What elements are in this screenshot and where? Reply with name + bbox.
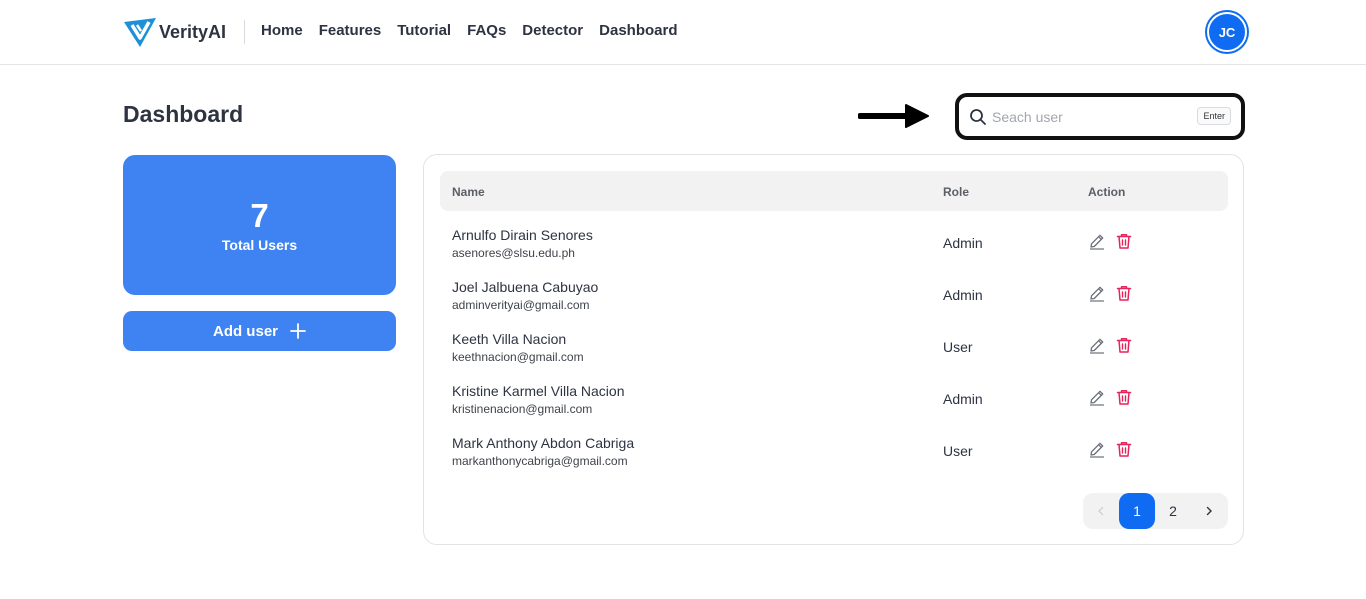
user-email: markanthonycabriga@gmail.com (452, 454, 628, 468)
nav-link-home[interactable]: Home (261, 22, 303, 39)
user-role: Admin (943, 391, 983, 407)
add-user-label: Add user (212, 322, 278, 340)
pagination-next[interactable] (1197, 493, 1221, 529)
add-user-button[interactable]: Add user (123, 311, 396, 351)
user-email: kristinenacion@gmail.com (452, 402, 593, 416)
nav-links: Home Features Tutorial FAQs Detector Das… (261, 22, 678, 39)
total-users-card: 7 Total Users (123, 155, 396, 295)
brand[interactable]: VerityAI (123, 16, 226, 48)
pencil-icon[interactable] (1088, 440, 1106, 458)
total-users-label: Total Users (221, 237, 298, 253)
verityai-logo-icon (124, 18, 156, 47)
plus-icon (290, 323, 306, 339)
user-email: asenores@slsu.edu.ph (452, 246, 575, 260)
table-row: Kristine Karmel Villa Nacion kristinenaci… (440, 383, 1228, 435)
user-role: User (943, 339, 973, 355)
navbar: VerityAI Home Features Tutorial FAQs Det… (0, 0, 1366, 65)
users-table-panel: Name Role Action Arnulfo Dirain Senores a… (423, 154, 1244, 545)
user-email: keethnacion@gmail.com (452, 350, 584, 364)
user-name: Keeth Villa Nacion (452, 331, 567, 347)
pencil-icon[interactable] (1088, 232, 1106, 250)
brand-name: VerityAI (159, 21, 227, 42)
pagination-prev[interactable] (1089, 493, 1113, 529)
trash-icon[interactable] (1115, 440, 1133, 458)
search-icon (970, 109, 986, 125)
table-header: Name Role Action (440, 171, 1228, 211)
trash-icon[interactable] (1115, 284, 1133, 302)
user-name: Kristine Karmel Villa Nacion (452, 383, 625, 399)
nav-divider (244, 20, 245, 44)
table-row: Keeth Villa Nacion keethnacion@gmail.com U… (440, 331, 1228, 383)
user-role: Admin (943, 235, 983, 251)
user-role: User (943, 443, 973, 459)
table-row: Mark Anthony Abdon Cabriga markanthonycab… (440, 435, 1228, 487)
pencil-icon[interactable] (1088, 388, 1106, 406)
total-users-value: 7 (250, 197, 269, 234)
trash-icon[interactable] (1115, 232, 1133, 250)
column-header-action: Action (1088, 185, 1126, 199)
nav-link-detector[interactable]: Detector (522, 22, 583, 39)
chevron-right-icon (1206, 506, 1212, 516)
column-header-name: Name (452, 185, 485, 199)
search-box: Enter (955, 93, 1245, 140)
nav-link-faqs[interactable]: FAQs (467, 22, 506, 39)
user-name: Arnulfo Dirain Senores (452, 227, 593, 243)
trash-icon[interactable] (1115, 388, 1133, 406)
pencil-icon[interactable] (1088, 284, 1106, 302)
page-title: Dashboard (123, 101, 244, 127)
user-name: Mark Anthony Abdon Cabriga (452, 435, 635, 451)
user-role: Admin (943, 287, 983, 303)
pagination-page-2[interactable]: 2 (1155, 493, 1191, 529)
nav-link-features[interactable]: Features (319, 22, 382, 39)
nav-link-dashboard[interactable]: Dashboard (599, 22, 677, 39)
pencil-icon[interactable] (1088, 336, 1106, 354)
chevron-left-icon (1098, 506, 1104, 516)
enter-key-hint[interactable]: Enter (1197, 107, 1231, 125)
pagination: 1 2 (1083, 493, 1228, 529)
nav-link-tutorial[interactable]: Tutorial (397, 22, 451, 39)
arrow-right-icon (858, 104, 929, 128)
table-row: Arnulfo Dirain Senores asenores@slsu.edu.… (440, 227, 1228, 279)
search-input[interactable] (992, 104, 1192, 130)
user-name: Joel Jalbuena Cabuyao (452, 279, 599, 295)
user-avatar[interactable]: JC (1207, 12, 1247, 52)
column-header-role: Role (943, 185, 970, 199)
table-row: Joel Jalbuena Cabuyao adminverityai@gmail… (440, 279, 1228, 331)
pagination-page-1[interactable]: 1 (1119, 493, 1155, 529)
trash-icon[interactable] (1115, 336, 1133, 354)
user-email: adminverityai@gmail.com (452, 298, 590, 312)
